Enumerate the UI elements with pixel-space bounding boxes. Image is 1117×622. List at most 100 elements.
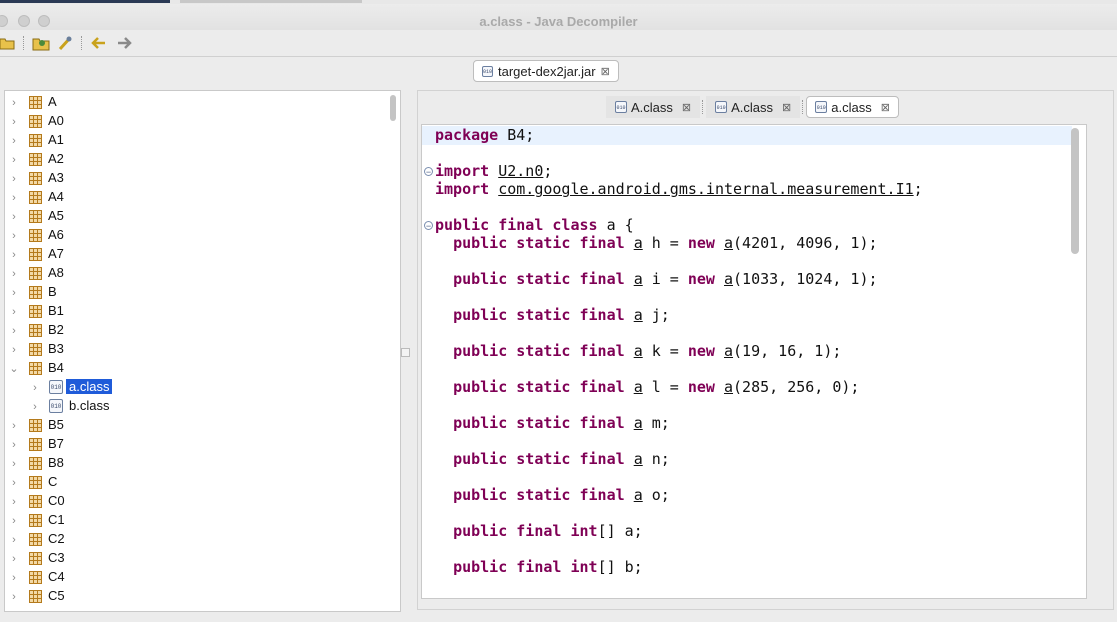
tree-package-item[interactable]: › A1 <box>5 131 385 150</box>
chevron-right-icon[interactable]: › <box>9 458 19 470</box>
tree-package-item[interactable]: › C3 <box>5 549 385 568</box>
toolbar-separator <box>81 36 83 50</box>
tree-item-label: A7 <box>48 246 64 261</box>
tree-package-item[interactable]: › A6 <box>5 226 385 245</box>
tree-package-item[interactable]: › C5 <box>5 587 385 606</box>
chevron-right-icon[interactable]: › <box>9 344 19 356</box>
tree-package-item[interactable]: › A0 <box>5 112 385 131</box>
tree-item-label: A4 <box>48 189 64 204</box>
split-handle[interactable] <box>401 348 410 357</box>
tree-item-label: C3 <box>48 550 65 565</box>
close-icon[interactable]: ⊠ <box>601 65 610 78</box>
chevron-down-icon[interactable]: ⌄ <box>9 362 19 375</box>
tree-package-item[interactable]: › C <box>5 473 385 492</box>
editor-tab-label: A.class <box>631 99 673 115</box>
tree-package-item[interactable]: › A <box>5 93 385 112</box>
tree-item-label: C1 <box>48 512 65 527</box>
close-icon[interactable]: ⊠ <box>782 101 791 114</box>
tree-package-item[interactable]: › C2 <box>5 530 385 549</box>
chevron-right-icon[interactable]: › <box>9 306 19 318</box>
chevron-right-icon[interactable]: › <box>9 553 19 565</box>
tree-package-item[interactable]: › C0 <box>5 492 385 511</box>
package-icon <box>29 343 42 356</box>
close-icon[interactable]: ⊠ <box>682 101 691 114</box>
tree-item-label: C4 <box>48 569 65 584</box>
tree-package-item[interactable]: › B3 <box>5 340 385 359</box>
chevron-right-icon[interactable]: › <box>9 173 19 185</box>
chevron-right-icon[interactable]: › <box>9 287 19 299</box>
back-arrow-icon[interactable] <box>90 34 108 52</box>
forward-arrow-icon[interactable] <box>115 34 133 52</box>
package-icon <box>29 552 42 565</box>
chevron-right-icon[interactable]: › <box>9 192 19 204</box>
chevron-right-icon[interactable]: › <box>9 211 19 223</box>
code-scrollbar[interactable] <box>1071 128 1079 254</box>
code-line: public static final a h = new a(4201, 40… <box>453 234 878 252</box>
tree-scrollbar[interactable] <box>390 95 396 121</box>
tree-item-label: C0 <box>48 493 65 508</box>
chevron-right-icon[interactable]: › <box>9 154 19 166</box>
chevron-right-icon[interactable]: › <box>9 230 19 242</box>
tree-package-item[interactable]: › B5 <box>5 416 385 435</box>
editor-tab[interactable]: 010 a.class ⊠ <box>806 96 899 118</box>
tree-class-item[interactable]: › 010 a.class <box>5 378 385 397</box>
tree-package-item[interactable]: › A8 <box>5 264 385 283</box>
tree-package-item[interactable]: › A7 <box>5 245 385 264</box>
open-type-icon[interactable] <box>32 34 50 52</box>
open-folder-icon[interactable] <box>0 34 16 52</box>
chevron-right-icon[interactable]: › <box>9 116 19 128</box>
package-icon <box>29 571 42 584</box>
editor-tab[interactable]: 010 A.class ⊠ <box>706 96 801 118</box>
package-icon <box>29 590 42 603</box>
chevron-right-icon[interactable]: › <box>9 496 19 508</box>
open-type-hierarchy-icon[interactable] <box>56 34 74 52</box>
code-line: public static final a o; <box>453 486 670 504</box>
chevron-right-icon[interactable]: › <box>9 325 19 337</box>
chevron-right-icon[interactable]: › <box>30 401 40 413</box>
code-editor[interactable]: package B4; import U2.n0; − import com.goog… <box>421 124 1087 599</box>
chevron-right-icon[interactable]: › <box>9 420 19 432</box>
chevron-right-icon[interactable]: › <box>9 249 19 261</box>
tree-package-item[interactable]: › B7 <box>5 435 385 454</box>
jar-icon: 010 <box>482 65 493 77</box>
tree-package-item[interactable]: › C1 <box>5 511 385 530</box>
package-icon <box>29 438 42 451</box>
tree-package-item[interactable]: › A4 <box>5 188 385 207</box>
tree-package-item[interactable]: › C4 <box>5 568 385 587</box>
package-icon <box>29 229 42 242</box>
window-title: a.class - Java Decompiler <box>479 14 638 29</box>
tree-package-item[interactable]: › B2 <box>5 321 385 340</box>
tree-class-item[interactable]: › 010 b.class <box>5 397 385 416</box>
tree-package-item[interactable]: › B1 <box>5 302 385 321</box>
editor-tab[interactable]: 010 A.class ⊠ <box>606 96 701 118</box>
fold-collapse-icon[interactable]: − <box>424 167 433 177</box>
chevron-right-icon[interactable]: › <box>9 97 19 109</box>
chevron-right-icon[interactable]: › <box>9 439 19 451</box>
chevron-right-icon[interactable]: › <box>30 382 40 394</box>
tree-item-label: A6 <box>48 227 64 242</box>
toolbar-separator <box>23 36 25 50</box>
chevron-right-icon[interactable]: › <box>9 591 19 603</box>
tree-item-label: C2 <box>48 531 65 546</box>
package-icon <box>29 476 42 489</box>
fold-collapse-icon[interactable]: − <box>424 221 433 231</box>
tree-package-item[interactable]: › A5 <box>5 207 385 226</box>
chevron-right-icon[interactable]: › <box>9 572 19 584</box>
tab-separator <box>702 100 704 114</box>
package-icon <box>29 191 42 204</box>
chevron-right-icon[interactable]: › <box>9 515 19 527</box>
chevron-right-icon[interactable]: › <box>9 477 19 489</box>
tree-package-item[interactable]: › B <box>5 283 385 302</box>
tree-package-item[interactable]: › A3 <box>5 169 385 188</box>
chevron-right-icon[interactable]: › <box>9 135 19 147</box>
code-line: public static final a j; <box>453 306 670 324</box>
package-tree: › A › A0 › A1 › A2 › A3 › A4 › A5 › A6 › A7 › A8 › B › B1 › B2 › B3… <box>4 90 401 612</box>
chevron-right-icon[interactable]: › <box>9 534 19 546</box>
chevron-right-icon[interactable]: › <box>9 268 19 280</box>
tree-package-item[interactable]: ⌄ B4 <box>5 359 385 378</box>
file-tab[interactable]: 010 target-dex2jar.jar ⊠ <box>473 60 619 82</box>
close-icon[interactable]: ⊠ <box>881 101 890 114</box>
title-bar: a.class - Java Decompiler <box>0 4 1117 30</box>
tree-package-item[interactable]: › B8 <box>5 454 385 473</box>
tree-package-item[interactable]: › A2 <box>5 150 385 169</box>
